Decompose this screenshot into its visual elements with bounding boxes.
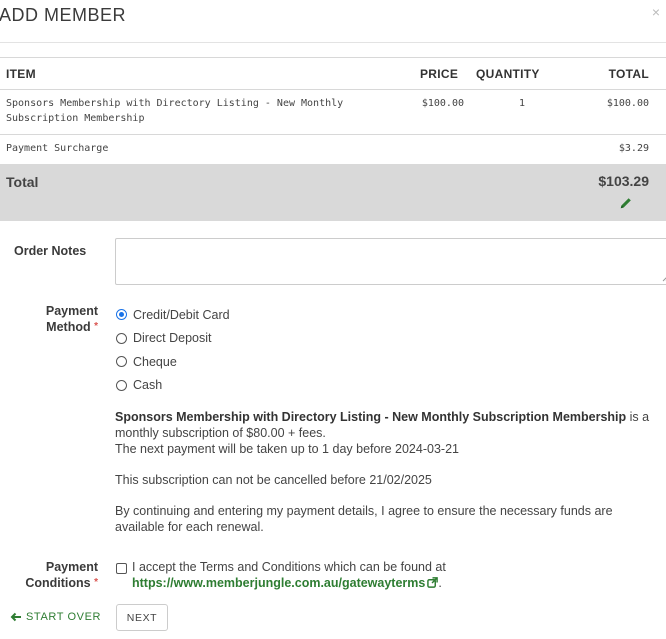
- table-row: Sponsors Membership with Directory Listi…: [0, 89, 666, 135]
- subscription-product-name: Sponsors Membership with Directory Listi…: [115, 410, 627, 424]
- agreement-text: By continuing and entering my payment de…: [115, 503, 613, 535]
- cancellation-note: This subscription can not be cancelled b…: [115, 473, 432, 487]
- payment-option-cash[interactable]: Cash: [116, 374, 230, 398]
- payment-conditions-label: Payment Conditions *: [22, 559, 98, 591]
- terms-link[interactable]: https://www.memberjungle.com.au/gatewayt…: [132, 576, 425, 590]
- modal-title: ADD MEMBER: [0, 5, 127, 25]
- pencil-icon[interactable]: [619, 196, 633, 210]
- next-button[interactable]: NEXT: [116, 604, 168, 631]
- payment-option-credit-card[interactable]: Credit/Debit Card: [116, 303, 230, 327]
- subscription-summary-suffix: is a: [626, 410, 650, 424]
- payment-conditions-label-line1: Payment: [45, 560, 98, 574]
- radio-button[interactable]: [116, 379, 127, 391]
- arrow-left-icon: [10, 612, 21, 622]
- required-marker: *: [94, 577, 98, 588]
- radio-button[interactable]: [116, 356, 127, 368]
- resize-grip-icon[interactable]: [662, 274, 666, 282]
- order-table-header: ITEM PRICE QUANTITY TOTAL: [0, 57, 666, 90]
- subscription-summary: Sponsors Membership with Directory Listi…: [115, 409, 649, 457]
- payment-method-label: Payment Method *: [36, 303, 98, 335]
- payment-option-label: Direct Deposit: [133, 331, 212, 346]
- order-total-bar: Total $103.29: [0, 164, 666, 221]
- payment-method-label-line1: Payment: [45, 304, 98, 318]
- surcharge-name: Payment Surcharge: [6, 143, 109, 154]
- order-table: ITEM PRICE QUANTITY TOTAL Sponsors Membe…: [0, 57, 666, 165]
- radio-button[interactable]: [116, 332, 127, 344]
- surcharge-total: $3.29: [618, 143, 649, 154]
- payment-method-options: Credit/Debit Card Direct Deposit Cheque …: [116, 303, 230, 397]
- payment-option-direct-deposit[interactable]: Direct Deposit: [116, 327, 230, 351]
- total-value: $103.29: [598, 173, 649, 189]
- payment-option-label: Cash: [133, 378, 163, 393]
- column-header-quantity: QUANTITY: [470, 57, 560, 90]
- radio-button-selected[interactable]: [116, 309, 127, 321]
- total-label: Total: [6, 174, 39, 190]
- next-payment-text: The next payment will be taken up to 1 d…: [115, 442, 459, 456]
- order-notes-textarea[interactable]: [115, 238, 666, 285]
- payment-option-cheque[interactable]: Cheque: [116, 350, 230, 374]
- column-header-item: ITEM: [0, 57, 420, 90]
- start-over-link[interactable]: START OVER: [10, 611, 101, 623]
- payment-method-label-line2: Method: [46, 320, 91, 334]
- column-header-price: PRICE: [420, 57, 470, 90]
- start-over-label: START OVER: [26, 611, 102, 623]
- payment-option-label: Cheque: [133, 354, 177, 369]
- terms-end-punctuation: .: [438, 576, 442, 590]
- column-header-total: TOTAL: [560, 57, 666, 90]
- surcharge-quantity: [470, 135, 560, 165]
- header-divider: [0, 42, 666, 43]
- item-price: $100.00: [420, 89, 470, 135]
- item-name: Sponsors Membership with Directory Listi…: [0, 89, 420, 135]
- subscription-price-text: monthly subscription of $80.00 + fees.: [115, 426, 326, 440]
- payment-option-label: Credit/Debit Card: [133, 307, 230, 322]
- agreement-text-line2: available for each renewal.: [115, 520, 264, 534]
- surcharge-price: [420, 135, 470, 165]
- required-marker: *: [94, 321, 98, 332]
- agreement-text-line1: By continuing and entering my payment de…: [115, 504, 613, 518]
- terms-checkbox[interactable]: [116, 563, 127, 574]
- terms-text-line1: I accept the Terms and Conditions which …: [132, 560, 446, 574]
- terms-text: I accept the Terms and Conditions which …: [132, 559, 446, 591]
- payment-conditions-label-line2: Conditions: [25, 576, 91, 590]
- item-quantity: 1: [470, 89, 560, 135]
- item-total: $100.00: [560, 89, 666, 135]
- close-icon[interactable]: ×: [652, 4, 660, 20]
- order-notes-label-text: Order Notes: [14, 244, 87, 258]
- table-row: Payment Surcharge $3.29: [0, 135, 666, 165]
- external-link-icon[interactable]: [427, 577, 439, 588]
- order-notes-label: Order Notes: [14, 243, 86, 259]
